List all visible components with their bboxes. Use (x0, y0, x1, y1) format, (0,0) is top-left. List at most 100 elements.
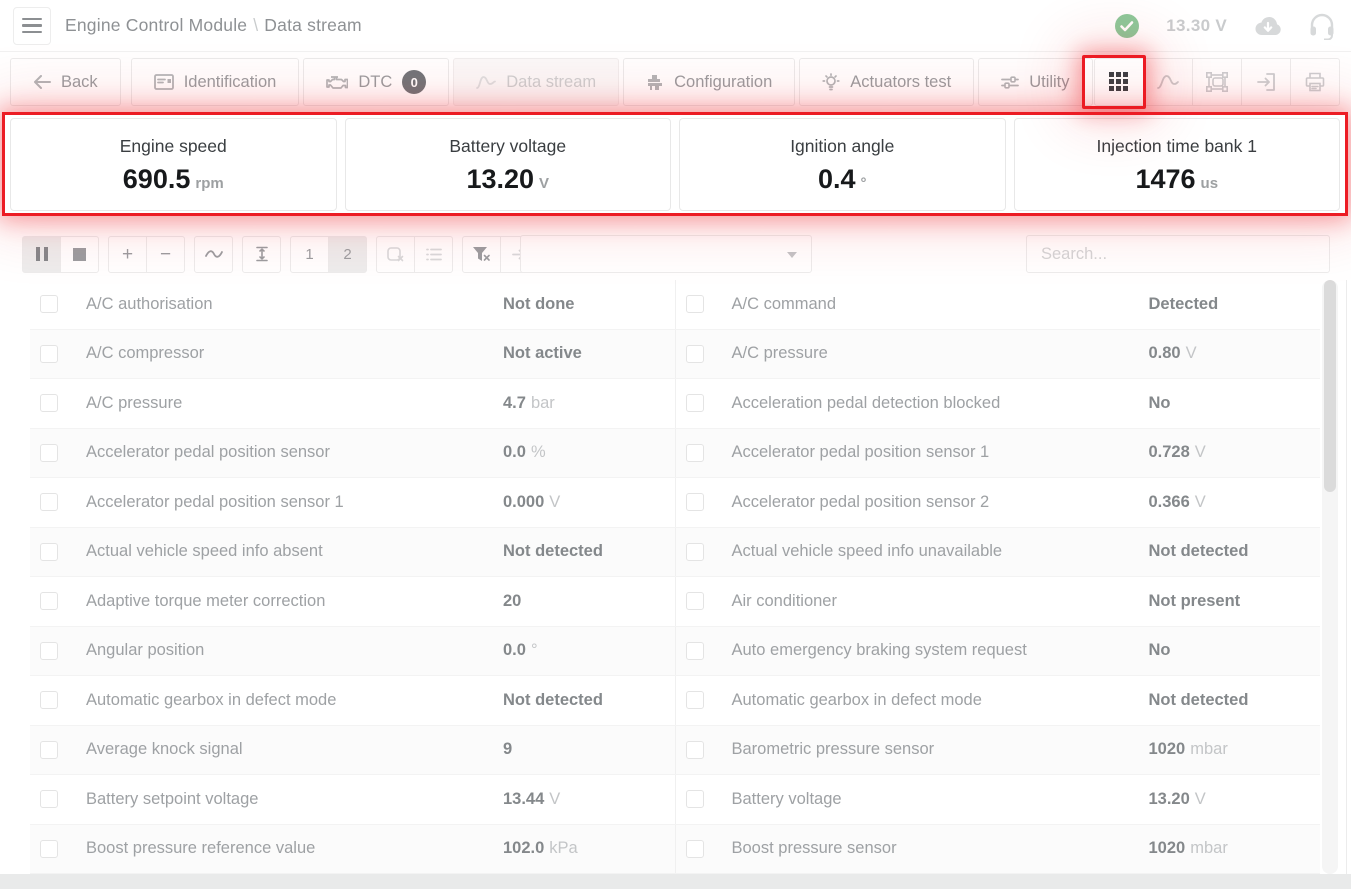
row-checkbox[interactable] (40, 444, 58, 462)
columns-1-button[interactable]: 1 (290, 236, 329, 273)
clear-selection-button[interactable] (376, 236, 415, 273)
row-checkbox[interactable] (686, 543, 704, 561)
param-value: 0.0 (503, 443, 526, 461)
print-button[interactable] (1290, 58, 1340, 106)
param-name: Average knock signal (86, 740, 243, 759)
tab-actuators-test[interactable]: Actuators test (799, 58, 974, 106)
row-checkbox[interactable] (686, 444, 704, 462)
capture-view-button[interactable] (1192, 58, 1242, 106)
grid-view-button[interactable] (1094, 58, 1144, 106)
param-value: 13.44 (503, 790, 544, 808)
table-row[interactable]: Angular position 0.0° Auto emergency bra… (30, 627, 1320, 677)
row-checkbox[interactable] (40, 394, 58, 412)
tab-configuration[interactable]: Configuration (623, 58, 795, 106)
row-checkbox[interactable] (686, 840, 704, 858)
row-checkbox[interactable] (686, 345, 704, 363)
stop-button[interactable] (60, 236, 99, 273)
search-input[interactable] (1026, 235, 1330, 273)
table-row[interactable]: Accelerator pedal position sensor 1 0.00… (30, 478, 1320, 528)
row-checkbox[interactable] (686, 394, 704, 412)
zoom-out-button[interactable]: − (146, 236, 185, 273)
param-value: Not done (503, 295, 575, 313)
row-checkbox[interactable] (40, 840, 58, 858)
table-row[interactable]: Boost pressure reference value 102.0kPa … (30, 825, 1320, 875)
metric-card-engine-speed[interactable]: Engine speed 690.5rpm (10, 118, 337, 211)
app-window: Engine Control Module \ Data stream 13.30 … (0, 0, 1351, 889)
breadcrumb: Engine Control Module \ Data stream (65, 15, 362, 36)
filter-clear-button[interactable] (462, 236, 501, 273)
wave-icon (205, 249, 223, 259)
table-row[interactable]: Automatic gearbox in defect mode Not det… (30, 676, 1320, 726)
param-name: Accelerator pedal position sensor 2 (732, 493, 990, 512)
table-row[interactable]: Battery setpoint voltage 13.44V Battery … (30, 775, 1320, 825)
row-checkbox[interactable] (40, 741, 58, 759)
param-name: Automatic gearbox in defect mode (732, 691, 982, 710)
param-value: 13.20 (1149, 790, 1190, 808)
row-checkbox[interactable] (40, 543, 58, 561)
row-checkbox[interactable] (686, 592, 704, 610)
clear-selection-icon (387, 247, 404, 262)
export-button[interactable] (1241, 58, 1291, 106)
back-button[interactable]: Back (10, 58, 121, 106)
auto-scale-button[interactable] (242, 236, 281, 273)
row-checkbox[interactable] (40, 493, 58, 511)
metric-unit: us (1201, 175, 1219, 192)
row-checkbox[interactable] (686, 493, 704, 511)
metric-card-injection-time[interactable]: Injection time bank 1 1476us (1014, 118, 1341, 211)
table-row[interactable]: Accelerator pedal position sensor 0.0% A… (30, 429, 1320, 479)
row-checkbox[interactable] (40, 642, 58, 660)
tab-identification[interactable]: Identification (131, 58, 300, 106)
cloud-download-icon[interactable] (1253, 15, 1283, 37)
table-row[interactable]: Actual vehicle speed info absent Not det… (30, 528, 1320, 578)
table-row[interactable]: Average knock signal 9 Barometric pressu… (30, 726, 1320, 776)
metric-label: Battery voltage (449, 136, 566, 157)
vertical-scrollbar[interactable] (1322, 280, 1338, 874)
table-row[interactable]: Adaptive torque meter correction 20 Air … (30, 577, 1320, 627)
horizontal-scrollbar-track[interactable] (0, 874, 1351, 889)
pause-button[interactable] (22, 236, 61, 273)
list-view-button[interactable] (414, 236, 453, 273)
param-unit: kPa (549, 839, 577, 857)
breadcrumb-separator: \ (253, 15, 258, 35)
metric-card-battery-voltage[interactable]: Battery voltage 13.20V (345, 118, 672, 211)
row-checkbox[interactable] (686, 295, 704, 313)
table-row[interactable]: A/C authorisation Not done A/C command D… (30, 280, 1320, 330)
row-checkbox[interactable] (40, 790, 58, 808)
row-checkbox[interactable] (686, 691, 704, 709)
table-row[interactable]: A/C compressor Not active A/C pressure 0… (30, 330, 1320, 380)
view-actions (1094, 58, 1340, 106)
metric-card-ignition-angle[interactable]: Ignition angle 0.4° (679, 118, 1006, 211)
tab-dtc[interactable]: DTC 0 (303, 58, 449, 106)
smooth-curve-button[interactable] (194, 236, 233, 273)
param-value: Not detected (503, 691, 603, 709)
row-checkbox[interactable] (686, 642, 704, 660)
breadcrumb-module: Engine Control Module (65, 15, 247, 35)
param-value: Detected (1149, 295, 1219, 313)
row-checkbox[interactable] (40, 691, 58, 709)
hamburger-menu-button[interactable] (13, 7, 51, 45)
row-checkbox[interactable] (40, 592, 58, 610)
breadcrumb-page: Data stream (264, 15, 362, 35)
zoom-in-button[interactable]: + (108, 236, 147, 273)
table-row[interactable]: A/C pressure 4.7bar Acceleration pedal d… (30, 379, 1320, 429)
columns-2-button[interactable]: 2 (328, 236, 367, 273)
dtc-count-badge: 0 (402, 70, 426, 94)
row-checkbox[interactable] (686, 741, 704, 759)
param-name: Accelerator pedal position sensor 1 (86, 493, 344, 512)
param-name: Actual vehicle speed info unavailable (732, 542, 1003, 561)
chart-view-button[interactable] (1143, 58, 1193, 106)
row-checkbox[interactable] (686, 790, 704, 808)
scrollbar-thumb[interactable] (1324, 280, 1336, 492)
row-checkbox[interactable] (40, 345, 58, 363)
param-name: Boost pressure reference value (86, 839, 315, 858)
row-checkbox[interactable] (40, 295, 58, 313)
tab-data-stream[interactable]: Data stream (453, 58, 619, 106)
param-value: 0.000 (503, 493, 544, 511)
group-select[interactable] (520, 235, 812, 273)
tab-utility[interactable]: Utility (978, 58, 1092, 106)
columns-1-label: 1 (305, 246, 313, 263)
sliders-icon (1001, 75, 1019, 90)
battery-voltage-status: 13.30 V (1166, 16, 1227, 36)
stream-toolbar: + − 1 2 (22, 235, 1330, 273)
headset-icon[interactable] (1309, 12, 1335, 40)
